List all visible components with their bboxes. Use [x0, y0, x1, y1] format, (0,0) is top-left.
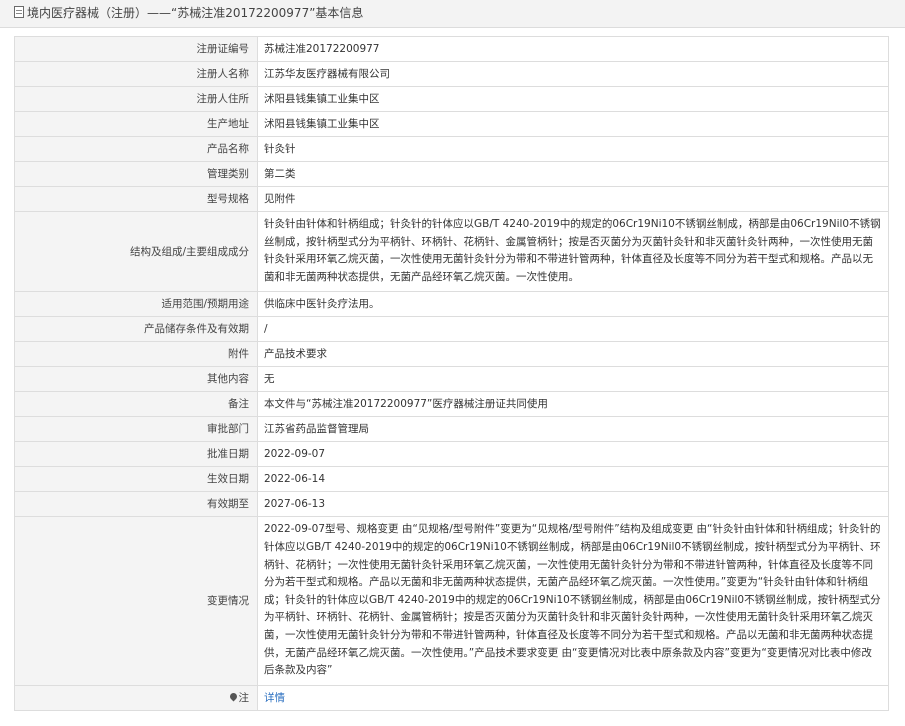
field-value: 2022-06-14: [257, 466, 889, 493]
table-row: 管理类别 第二类: [14, 161, 889, 187]
field-label: 其他内容: [14, 366, 258, 393]
table-row: 生产地址 沭阳县钱集镇工业集中区: [14, 111, 889, 137]
table-row: 变更情况 2022-09-07型号、规格变更 由“见规格/型号附件”变更为“见规…: [14, 516, 889, 686]
field-label: 生产地址: [14, 111, 258, 137]
page-header: 境内医疗器械（注册）——“苏械注准20172200977”基本信息: [0, 0, 905, 28]
table-row: 其他内容 无: [14, 366, 889, 393]
field-label: 变更情况: [14, 516, 258, 686]
table-row: 注册人名称 江苏华友医疗器械有限公司: [14, 61, 889, 87]
table-row: 附件 产品技术要求: [14, 341, 889, 368]
table-row: 适用范围/预期用途 供临床中医针灸疗法用。: [14, 291, 889, 318]
field-value: 2022-09-07型号、规格变更 由“见规格/型号附件”变更为“见规格/型号附…: [257, 516, 889, 686]
note-label-cell: 注: [14, 684, 258, 711]
table-row: 注册证编号 苏械注准20172200977: [14, 36, 889, 62]
field-label: 注册人名称: [14, 61, 258, 87]
field-label: 批准日期: [14, 441, 258, 468]
field-label: 注册证编号: [14, 36, 258, 62]
field-value: 沭阳县钱集镇工业集中区: [257, 86, 889, 112]
table-row: 注册人住所 沭阳县钱集镇工业集中区: [14, 86, 889, 112]
table-row: 有效期至 2027-06-13: [14, 491, 889, 518]
table-row: 备注 本文件与“苏械注准20172200977”医疗器械注册证共同使用: [14, 391, 889, 418]
field-value: 供临床中医针灸疗法用。: [257, 291, 889, 318]
page-title: 境内医疗器械（注册）——“苏械注准20172200977”基本信息: [27, 6, 364, 20]
field-value: 无: [257, 366, 889, 393]
details-link[interactable]: 详情: [264, 692, 285, 704]
field-value: /: [257, 316, 889, 343]
field-label: 管理类别: [14, 161, 258, 187]
field-label: 注册人住所: [14, 86, 258, 112]
field-label: 结构及组成/主要组成成分: [14, 210, 258, 293]
table-row: 批准日期 2022-09-07: [14, 441, 889, 468]
table-row: 生效日期 2022-06-14: [14, 466, 889, 493]
field-label: 备注: [14, 391, 258, 418]
info-table: 注册证编号 苏械注准20172200977 注册人名称 江苏华友医疗器械有限公司…: [14, 36, 889, 711]
field-value: 产品技术要求: [257, 341, 889, 368]
field-value: 江苏省药品监督管理局: [257, 416, 889, 443]
note-label: 注: [238, 691, 250, 704]
field-value: 2027-06-13: [257, 491, 889, 518]
field-value: 针灸针由针体和针柄组成；针灸针的针体应以GB/T 4240-2019中的规定的0…: [257, 210, 889, 293]
field-label: 生效日期: [14, 466, 258, 493]
table-row: 型号规格 见附件: [14, 186, 889, 212]
field-value: 针灸针: [257, 136, 889, 162]
field-value: 第二类: [257, 161, 889, 187]
field-label: 附件: [14, 341, 258, 368]
note-value-cell: 详情: [257, 684, 889, 711]
table-row: 结构及组成/主要组成成分 针灸针由针体和针柄组成；针灸针的针体应以GB/T 42…: [14, 210, 889, 293]
field-label: 产品储存条件及有效期: [14, 316, 258, 343]
field-value: 沭阳县钱集镇工业集中区: [257, 111, 889, 137]
field-label: 审批部门: [14, 416, 258, 443]
document-icon: [14, 6, 24, 18]
table-row: 注 详情: [14, 684, 889, 711]
field-label: 产品名称: [14, 136, 258, 162]
field-label: 型号规格: [14, 186, 258, 212]
field-value: 2022-09-07: [257, 441, 889, 468]
table-row: 审批部门 江苏省药品监督管理局: [14, 416, 889, 443]
field-value: 见附件: [257, 186, 889, 212]
table-row: 产品储存条件及有效期 /: [14, 316, 889, 343]
field-label: 适用范围/预期用途: [14, 291, 258, 318]
field-value: 本文件与“苏械注准20172200977”医疗器械注册证共同使用: [257, 391, 889, 418]
location-pin-icon: [228, 691, 238, 702]
field-value: 苏械注准20172200977: [257, 36, 889, 62]
field-label: 有效期至: [14, 491, 258, 518]
table-row: 产品名称 针灸针: [14, 136, 889, 162]
field-value: 江苏华友医疗器械有限公司: [257, 61, 889, 87]
